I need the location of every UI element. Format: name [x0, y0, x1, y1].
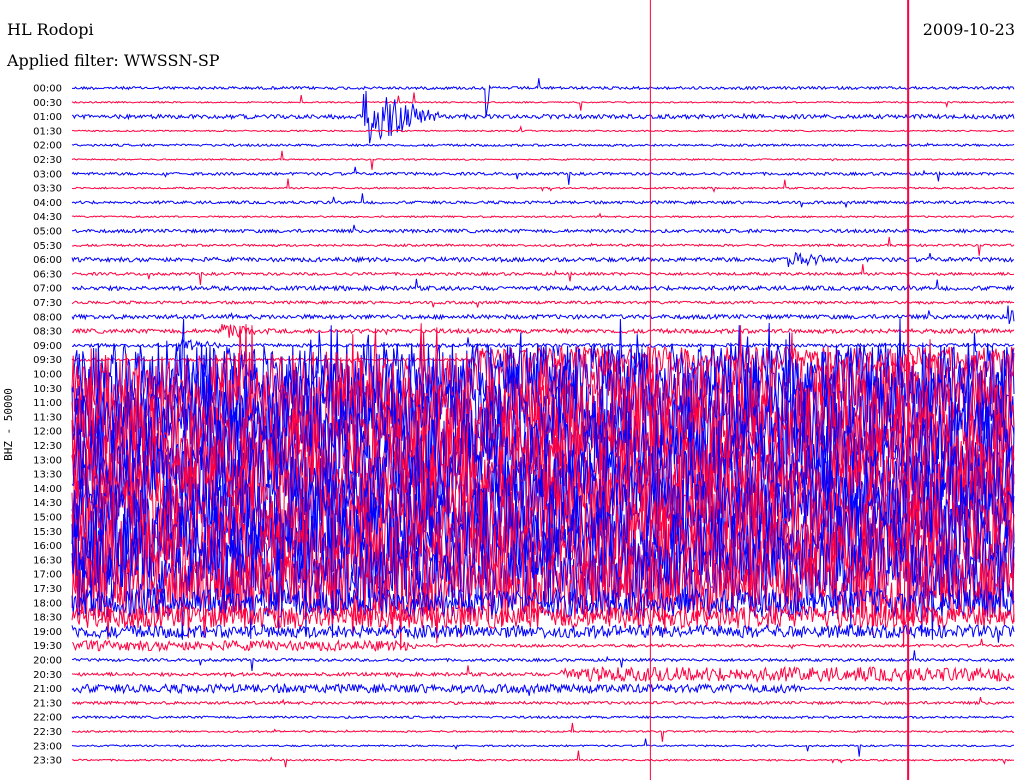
row-time-label: 04:30 [33, 212, 62, 223]
row-time-label: 10:00 [33, 370, 62, 381]
row-time-label: 19:00 [33, 627, 62, 638]
row-time-label: 02:30 [33, 155, 62, 166]
trace-0300 [71, 166, 1015, 185]
row-time-label: 08:00 [33, 312, 62, 323]
row-time-label: 17:30 [33, 584, 62, 595]
row-time-label: 16:30 [33, 555, 62, 566]
helicorder-plot: 00:00 00:30 01:00 01:30 02:00 02:30 03:00 03:30… [33, 0, 1015, 780]
trace-0200 [71, 142, 1015, 148]
row-time-label: 22:30 [33, 727, 62, 738]
row-time-label: 19:30 [33, 641, 62, 652]
trace-0700 [71, 278, 1015, 292]
trace-0800 [71, 305, 1015, 325]
row-time-label: 06:30 [33, 269, 62, 280]
row-time-label: 13:30 [33, 470, 62, 481]
row-time-label: 18:30 [33, 613, 62, 624]
trace-0730 [71, 299, 1015, 308]
row-time-label: 14:30 [33, 498, 62, 509]
row-time-label: 21:30 [33, 698, 62, 709]
row-time-label: 18:00 [33, 598, 62, 609]
row-time-label: 01:00 [33, 112, 62, 123]
row-time-label: 07:30 [33, 298, 62, 309]
row-time-label: 17:00 [33, 570, 62, 581]
row-time-label: 09:00 [33, 341, 62, 352]
row-time-label: 11:30 [33, 412, 62, 423]
row-time-label: 06:00 [33, 255, 62, 266]
trace-0530 [71, 236, 1015, 256]
trace-0830 [71, 324, 1015, 338]
row-time-label: 07:00 [33, 284, 62, 295]
row-time-label: 03:00 [33, 169, 62, 180]
trace-2130 [71, 696, 1015, 706]
trace-2200 [71, 715, 1015, 720]
row-time-label: 20:00 [33, 656, 62, 667]
row-time-label: 21:00 [33, 684, 62, 695]
trace-0430 [71, 212, 1015, 219]
row-time-label: 11:00 [33, 398, 62, 409]
trace-1900 [71, 623, 1015, 643]
row-time-label: 15:30 [33, 527, 62, 538]
row-time-label: 05:30 [33, 241, 62, 252]
row-time-label: 20:30 [33, 670, 62, 681]
trace-0630 [71, 264, 1015, 285]
trace-0400 [71, 193, 1015, 208]
trace-1930 [71, 638, 1015, 653]
row-time-label: 22:00 [33, 713, 62, 724]
trace-2030 [71, 665, 1015, 684]
row-time-label: 10:30 [33, 384, 62, 395]
row-time-label: 09:30 [33, 355, 62, 366]
row-time-label: 02:00 [33, 141, 62, 152]
row-time-label: 13:00 [33, 455, 62, 466]
row-time-label: 00:00 [33, 84, 62, 95]
row-time-label: 00:30 [33, 98, 62, 109]
trace-2330 [71, 750, 1015, 768]
row-time-label: 01:30 [33, 126, 62, 137]
trace-2300 [71, 738, 1014, 757]
row-time-label: 14:00 [33, 484, 62, 495]
trace-0230 [71, 150, 1015, 170]
row-time-label: 03:30 [33, 184, 62, 195]
row-time-label: 08:30 [33, 327, 62, 338]
row-time-label: 05:00 [33, 227, 62, 238]
trace-0100 [71, 90, 1015, 144]
row-time-label: 15:00 [33, 513, 62, 524]
row-time-label: 12:00 [33, 427, 62, 438]
row-time-label: 23:00 [33, 741, 62, 752]
trace-0000 [72, 78, 1015, 118]
trace-0030 [71, 92, 1015, 111]
trace-2100 [71, 682, 1015, 696]
row-time-label: 23:30 [33, 756, 62, 767]
trace-0500 [72, 224, 1015, 234]
row-time-label: 12:30 [33, 441, 62, 452]
row-time-label: 16:00 [33, 541, 62, 552]
trace-0600 [71, 251, 1015, 267]
trace-2230 [71, 722, 1015, 742]
trace-0330 [71, 178, 1015, 193]
row-time-label: 04:00 [33, 198, 62, 209]
trace-0130 [71, 125, 1015, 133]
